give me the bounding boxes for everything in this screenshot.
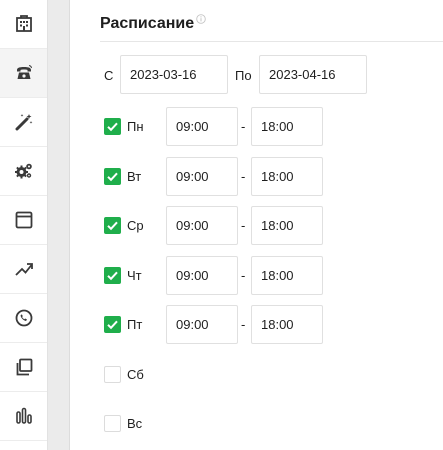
day-row-tue: Вт 09:00 - 18:00 — [104, 157, 404, 197]
day-label-sat: Сб — [127, 367, 144, 382]
check-icon — [107, 320, 118, 330]
sidebar-item-integrations[interactable] — [0, 343, 47, 392]
end-time-thu[interactable]: 18:00 — [251, 256, 323, 295]
checkbox-wed[interactable] — [104, 217, 121, 234]
day-row-sat: Сб — [104, 355, 404, 395]
checkbox-mon[interactable] — [104, 118, 121, 135]
day-row-mon: Пн 09:00 - 18:00 — [104, 107, 404, 147]
check-icon — [107, 221, 118, 231]
clock-icon — [15, 309, 32, 327]
day-row-fri: Пт 09:00 - 18:00 — [104, 305, 404, 345]
schedule-title: Расписание — [100, 15, 195, 32]
start-time-wed[interactable]: 09:00 — [166, 206, 238, 245]
day-label-sun: Вс — [127, 416, 143, 431]
dash-tue: - — [241, 169, 246, 184]
schedule-panel: Расписание С 2023-03-16 По 2023-04-16 Пн… — [70, 0, 443, 450]
sidebar-item-widgets[interactable] — [0, 196, 47, 245]
phone-icon — [16, 65, 32, 79]
check-icon — [107, 122, 118, 132]
to-label: По — [235, 68, 252, 83]
day-label-fri: Пт — [127, 317, 143, 332]
day-label-thu: Чт — [127, 268, 142, 283]
info-icon[interactable] — [196, 14, 206, 24]
end-time-fri[interactable]: 18:00 — [251, 305, 323, 344]
bar-chart-icon — [15, 407, 32, 424]
start-time-mon[interactable]: 09:00 — [166, 107, 238, 146]
day-row-wed: Ср 09:00 - 18:00 — [104, 206, 404, 246]
checkbox-thu[interactable] — [104, 267, 121, 284]
start-time-thu[interactable]: 09:00 — [166, 256, 238, 295]
checkbox-tue[interactable] — [104, 168, 121, 185]
building-icon — [15, 15, 32, 32]
gears-icon — [14, 163, 32, 179]
dash-fri: - — [241, 317, 246, 332]
checkbox-fri[interactable] — [104, 316, 121, 333]
from-date-input[interactable]: 2023-03-16 — [120, 55, 228, 94]
sidebar-divider — [47, 0, 70, 450]
magic-wand-icon — [15, 114, 32, 131]
day-row-sun: Вс — [104, 404, 404, 444]
layers-icon — [16, 358, 32, 376]
day-row-thu: Чт 09:00 - 18:00 — [104, 256, 404, 296]
trend-up-icon — [14, 263, 33, 276]
sidebar-item-scenarios[interactable] — [0, 98, 47, 147]
sidebar-item-calls[interactable] — [0, 294, 47, 343]
check-icon — [107, 271, 118, 281]
day-label-mon: Пн — [127, 119, 144, 134]
dash-mon: - — [241, 119, 246, 134]
start-time-tue[interactable]: 09:00 — [166, 157, 238, 196]
end-time-mon[interactable]: 18:00 — [251, 107, 323, 146]
sidebar-item-analytics[interactable] — [0, 245, 47, 294]
sidebar-item-reports[interactable] — [0, 392, 47, 441]
end-time-tue[interactable]: 18:00 — [251, 157, 323, 196]
from-label: С — [104, 68, 114, 83]
end-time-wed[interactable]: 18:00 — [251, 206, 323, 245]
start-time-fri[interactable]: 09:00 — [166, 305, 238, 344]
sidebar — [0, 0, 47, 450]
dash-wed: - — [241, 218, 246, 233]
checkbox-sat[interactable] — [104, 366, 121, 383]
sidebar-item-telephony[interactable] — [0, 49, 47, 98]
title-divider — [100, 41, 443, 42]
to-date-input[interactable]: 2023-04-16 — [259, 55, 367, 94]
dash-thu: - — [241, 268, 246, 283]
day-label-wed: Ср — [127, 218, 144, 233]
window-icon — [15, 211, 32, 229]
check-icon — [107, 172, 118, 182]
checkbox-sun[interactable] — [104, 415, 121, 432]
day-label-tue: Вт — [127, 169, 142, 184]
sidebar-item-settings[interactable] — [0, 147, 47, 196]
sidebar-item-company[interactable] — [0, 0, 47, 49]
